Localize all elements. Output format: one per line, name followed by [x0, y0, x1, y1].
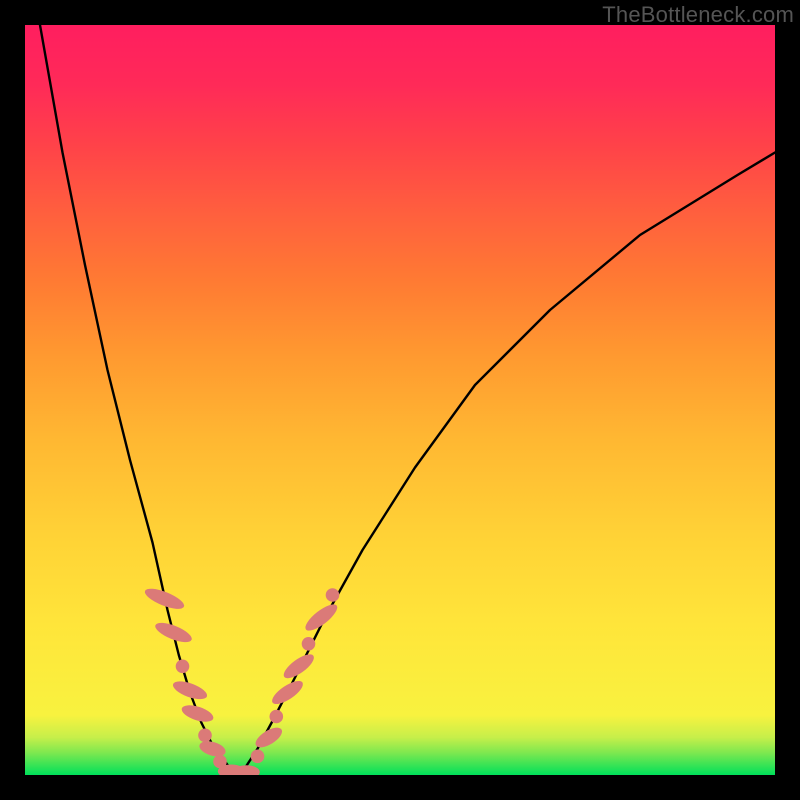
curve-group — [40, 25, 775, 775]
marker-pill — [280, 650, 317, 682]
marker-dot — [302, 637, 316, 651]
chart-frame: TheBottleneck.com — [0, 0, 800, 800]
marker-pill — [302, 600, 341, 635]
plot-area — [25, 25, 775, 775]
marker-dot — [270, 710, 284, 724]
marker-dot — [326, 588, 340, 602]
marker-dot — [251, 750, 265, 764]
marker-dot — [213, 755, 227, 769]
marker-pill — [218, 765, 245, 776]
curve-layer — [25, 25, 775, 775]
marker-dot — [176, 660, 190, 674]
marker-pill — [269, 677, 306, 708]
marker-pill — [153, 619, 194, 646]
marker-pill — [142, 585, 186, 613]
series-right-branch — [237, 153, 776, 776]
marker-pill — [171, 678, 209, 703]
marker-pill — [198, 739, 228, 760]
marker-pill — [233, 765, 260, 775]
marker-pill — [252, 724, 285, 751]
series-left-branch — [40, 25, 237, 775]
marker-dot — [198, 729, 212, 743]
watermark-text: TheBottleneck.com — [602, 2, 794, 28]
marker-pill — [180, 702, 216, 725]
marker-group — [142, 585, 340, 775]
